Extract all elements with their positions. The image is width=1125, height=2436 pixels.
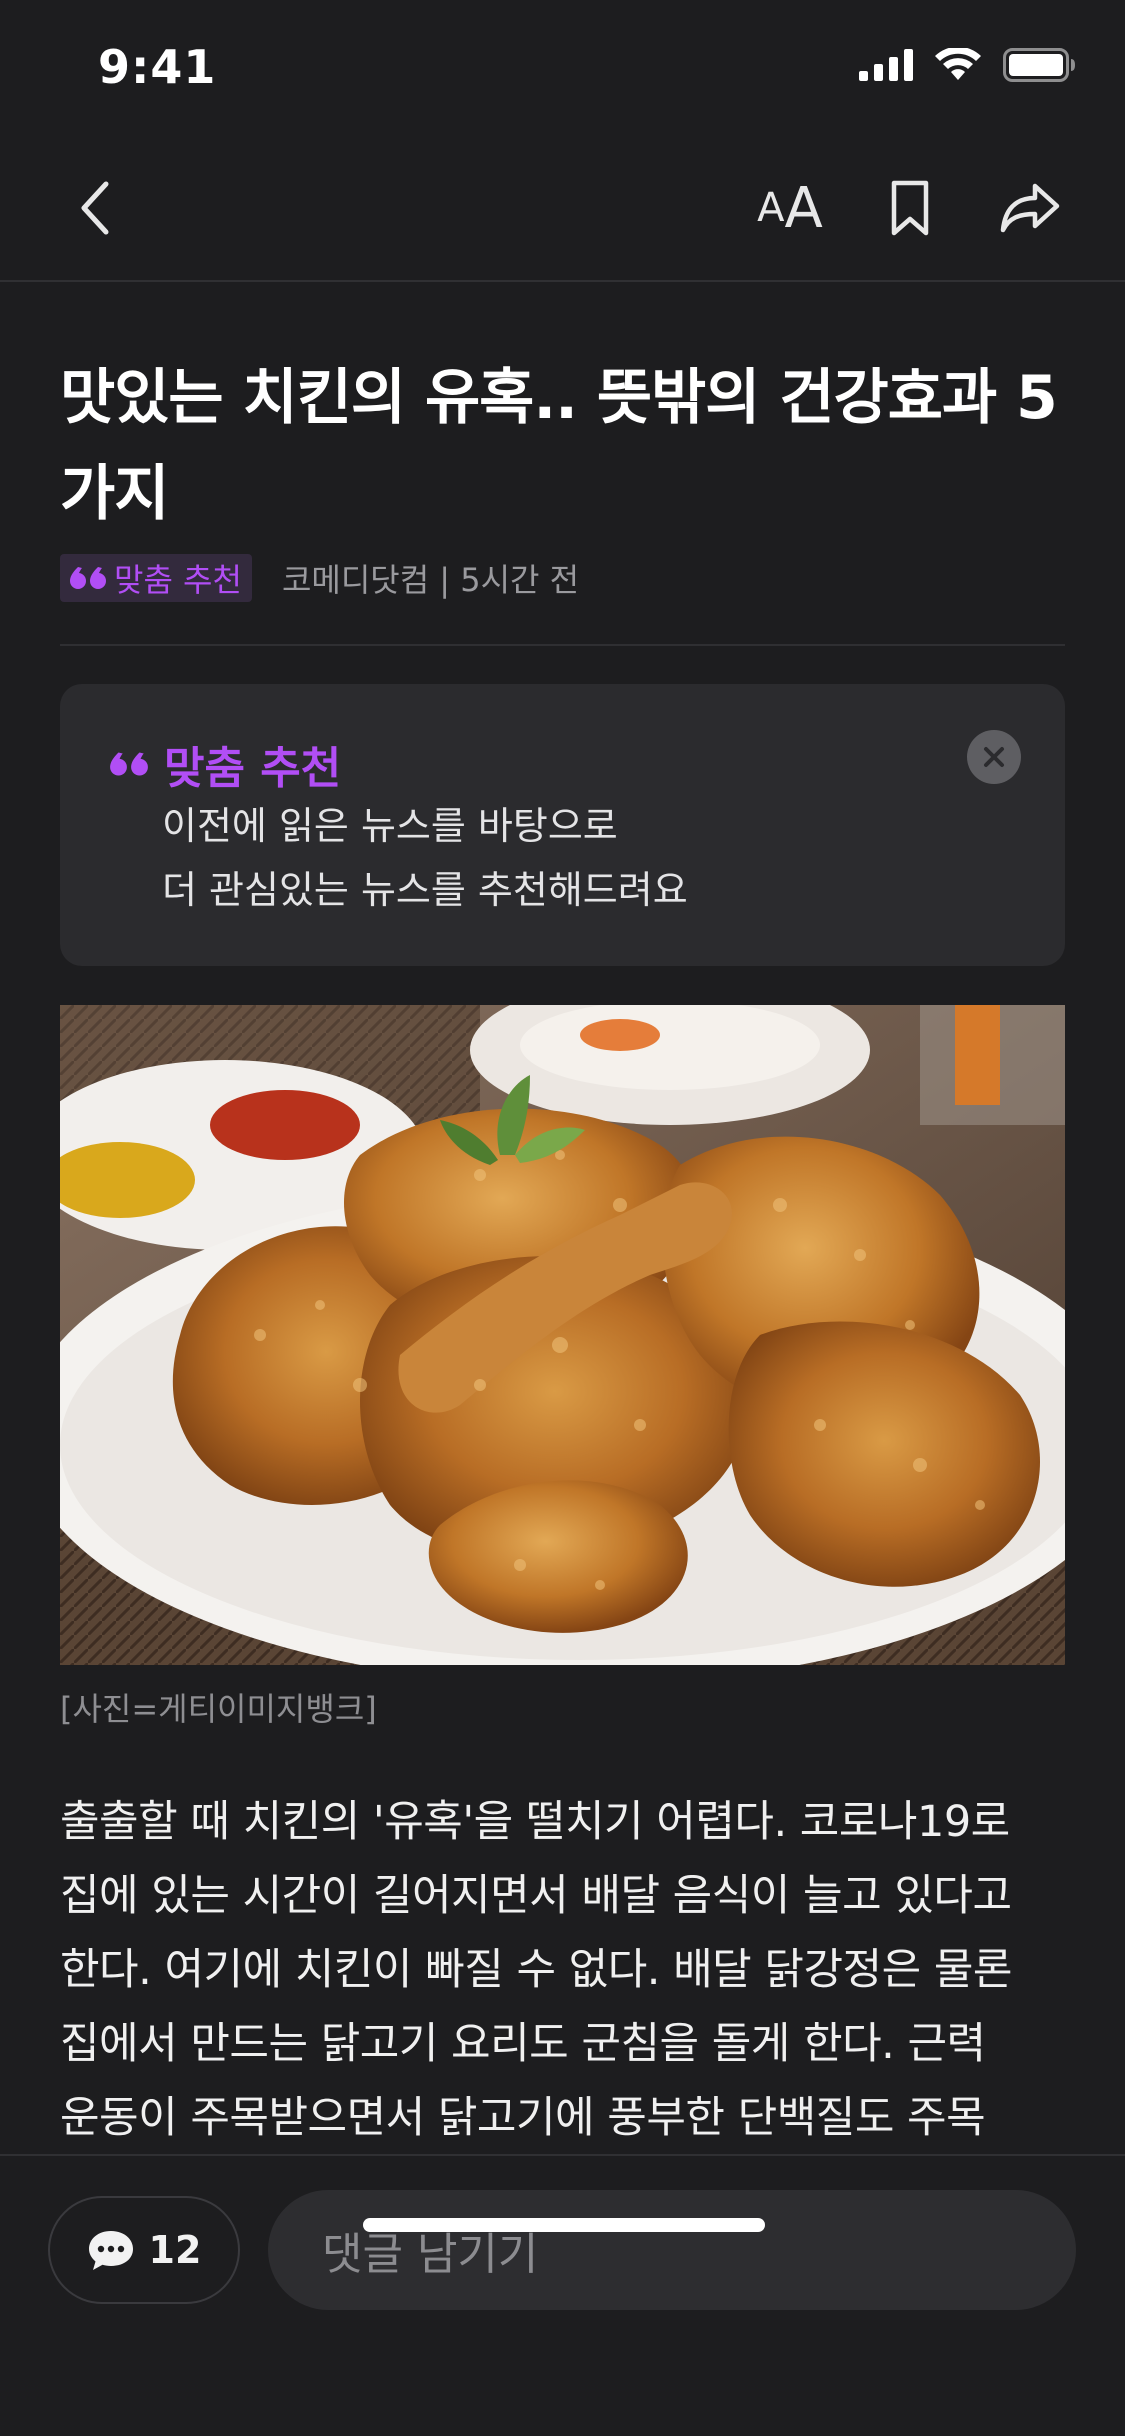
status-bar: 9:41 <box>0 0 1125 135</box>
body-line: 출출할 때 치킨의 '유혹'을 떨치기 어렵다. 코로나19로 <box>60 1797 1010 1847</box>
top-nav: AA <box>0 135 1125 282</box>
divider <box>60 644 1065 646</box>
status-icons <box>859 48 1075 82</box>
text-size-button[interactable]: AA <box>745 165 835 251</box>
close-icon <box>984 747 1004 767</box>
article-title-line: 맛있는 치킨의 유혹.. 뜻밖의 건강효과 5 <box>60 363 1058 433</box>
recommendation-desc-line: 이전에 읽은 뉴스를 바탕으로 <box>162 804 618 848</box>
body-line: 집에서 만드는 닭고기 요리도 군침을 돌게 한다. 근력 <box>60 2019 986 2069</box>
recommendation-card: 맞춤 추천 이전에 읽은 뉴스를 바탕으로 더 관심있는 뉴스를 추천해드려요 <box>60 684 1065 966</box>
image-caption: [사진=게티이미지뱅크] <box>60 1690 377 1728</box>
recommendation-description: 이전에 읽은 뉴스를 바탕으로 더 관심있는 뉴스를 추천해드려요 <box>162 794 688 922</box>
recommendation-title-row: 맞춤 추천 <box>108 732 341 796</box>
share-button[interactable] <box>985 165 1075 251</box>
article-image[interactable] <box>60 1005 1065 1665</box>
recommendation-title: 맞춤 추천 <box>164 743 342 794</box>
body-line: 운동이 주목받으면서 닭고기에 풍부한 단백질도 주목 <box>60 2093 986 2143</box>
comment-input[interactable]: 댓글 남기기 <box>268 2190 1076 2310</box>
text-size-large-glyph: A <box>784 175 823 241</box>
share-arrow-icon <box>1000 183 1060 233</box>
text-size-small-glyph: A <box>757 185 785 231</box>
bookmark-button[interactable] <box>870 165 950 251</box>
comments-button[interactable]: 12 <box>48 2196 240 2304</box>
body-line: 한다. 여기에 치킨이 빠질 수 없다. 배달 닭강정은 물론 <box>60 1945 1012 1995</box>
speech-bubble-icon <box>88 2231 133 2270</box>
wifi-icon <box>935 48 981 80</box>
article-title: 맛있는 치킨의 유혹.. 뜻밖의 건강효과 5 가지 <box>60 350 1070 542</box>
article-screen: 9:41 A A 맛있는 치킨의 유혹.. 뜻밖의 건강효과 5 가지 맞춤 추… <box>0 0 1125 2436</box>
article-meta: 맞춤 추천 코메디닷컴 | 5시간 전 <box>60 554 579 602</box>
comment-bar: 12 댓글 남기기 <box>0 2154 1125 2436</box>
battery-icon <box>1003 48 1075 82</box>
recommendation-desc-line: 더 관심있는 뉴스를 추천해드려요 <box>162 868 688 912</box>
body-line: 집에 있는 시간이 길어지면서 배달 음식이 늘고 있다고 <box>60 1871 1012 1921</box>
quote-icon <box>70 567 107 589</box>
chevron-left-icon <box>81 181 109 235</box>
status-time: 9:41 <box>98 40 217 94</box>
bookmark-icon <box>891 180 929 236</box>
quote-icon <box>110 752 148 776</box>
source-and-time[interactable]: 코메디닷컴 | 5시간 전 <box>282 555 579 601</box>
signal-icon <box>859 49 913 81</box>
comment-count: 12 <box>148 2228 202 2272</box>
article-body: 출출할 때 치킨의 '유혹'을 떨치기 어렵다. 코로나19로 집에 있는 시간… <box>60 1785 1070 2155</box>
back-button[interactable] <box>55 165 135 251</box>
fried-chicken-photo <box>60 1005 1065 1665</box>
recommendation-tag: 맞춤 추천 <box>60 554 252 602</box>
tag-label: 맞춤 추천 <box>114 561 242 599</box>
home-indicator[interactable] <box>363 2218 765 2232</box>
close-recommendation-button[interactable] <box>967 730 1021 784</box>
article-title-line: 가지 <box>60 459 169 529</box>
